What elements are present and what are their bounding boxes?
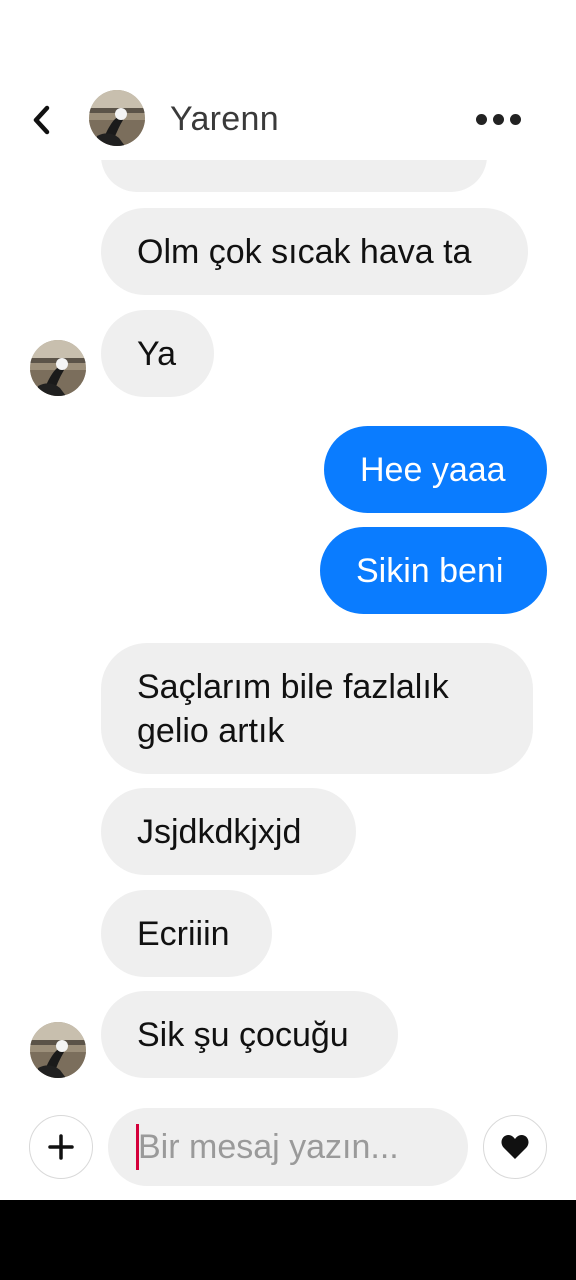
message-bubble-outgoing[interactable]: Sikin beni bbox=[320, 527, 547, 614]
chat-header: Yarenn bbox=[0, 80, 576, 160]
message-text: Sik şu çocuğu bbox=[137, 1016, 349, 1054]
more-dot bbox=[509, 113, 521, 125]
contact-name[interactable]: Yarenn bbox=[170, 100, 279, 139]
heart-icon bbox=[501, 1135, 529, 1159]
like-button[interactable] bbox=[483, 1115, 547, 1179]
avatar-photo bbox=[89, 90, 145, 146]
message-text: Sikin beni bbox=[356, 552, 504, 590]
message-input[interactable] bbox=[138, 1108, 458, 1186]
message-text: Jsjdkdkjxjd bbox=[137, 813, 302, 851]
message-text-line: Saçlarım bile fazlalık bbox=[137, 668, 449, 706]
message-list[interactable]: Olm çok sıcak hava ta Ya Hee yaaa Sikin … bbox=[0, 160, 576, 1100]
message-bubble-incoming[interactable]: Ya bbox=[101, 310, 214, 397]
message-text-line: gelio artık bbox=[137, 712, 285, 750]
message-text: Ecriiin bbox=[137, 915, 230, 953]
add-attachment-button[interactable] bbox=[29, 1115, 93, 1179]
system-navigation-bar bbox=[0, 1200, 576, 1280]
more-dot bbox=[492, 113, 504, 125]
message-bubble-incoming[interactable]: Jsjdkdkjxjd bbox=[101, 788, 356, 875]
message-text: Ya bbox=[137, 335, 177, 373]
message-bubble-incoming[interactable]: Olm çok sıcak hava ta bbox=[101, 208, 528, 295]
message-bubble-incoming[interactable]: Saçlarım bile fazlalık gelio artık bbox=[101, 643, 533, 774]
more-horizontal-icon bbox=[475, 113, 487, 125]
back-button[interactable] bbox=[22, 100, 62, 140]
message-text: Olm çok sıcak hava ta bbox=[137, 233, 472, 271]
plus-icon bbox=[48, 1134, 74, 1160]
more-options-button[interactable] bbox=[470, 104, 526, 134]
message-composer bbox=[0, 1100, 576, 1200]
message-bubble-outgoing[interactable]: Hee yaaa bbox=[324, 426, 547, 513]
message-bubble-incoming[interactable]: Sik şu çocuğu bbox=[101, 991, 398, 1078]
contact-avatar[interactable] bbox=[89, 90, 145, 146]
chevron-left-icon bbox=[33, 105, 50, 135]
message-bubble-partial bbox=[101, 160, 487, 192]
avatar-photo bbox=[30, 1022, 86, 1078]
chat-screen: Yarenn Olm çok sıcak hava ta Ya Hee yaaa… bbox=[0, 0, 576, 1280]
message-text: Hee yaaa bbox=[360, 451, 506, 489]
avatar-photo bbox=[30, 340, 86, 396]
message-input-container[interactable] bbox=[108, 1108, 468, 1186]
sender-avatar bbox=[30, 340, 86, 396]
sender-avatar bbox=[30, 1022, 86, 1078]
message-bubble-incoming[interactable]: Ecriiin bbox=[101, 890, 272, 977]
